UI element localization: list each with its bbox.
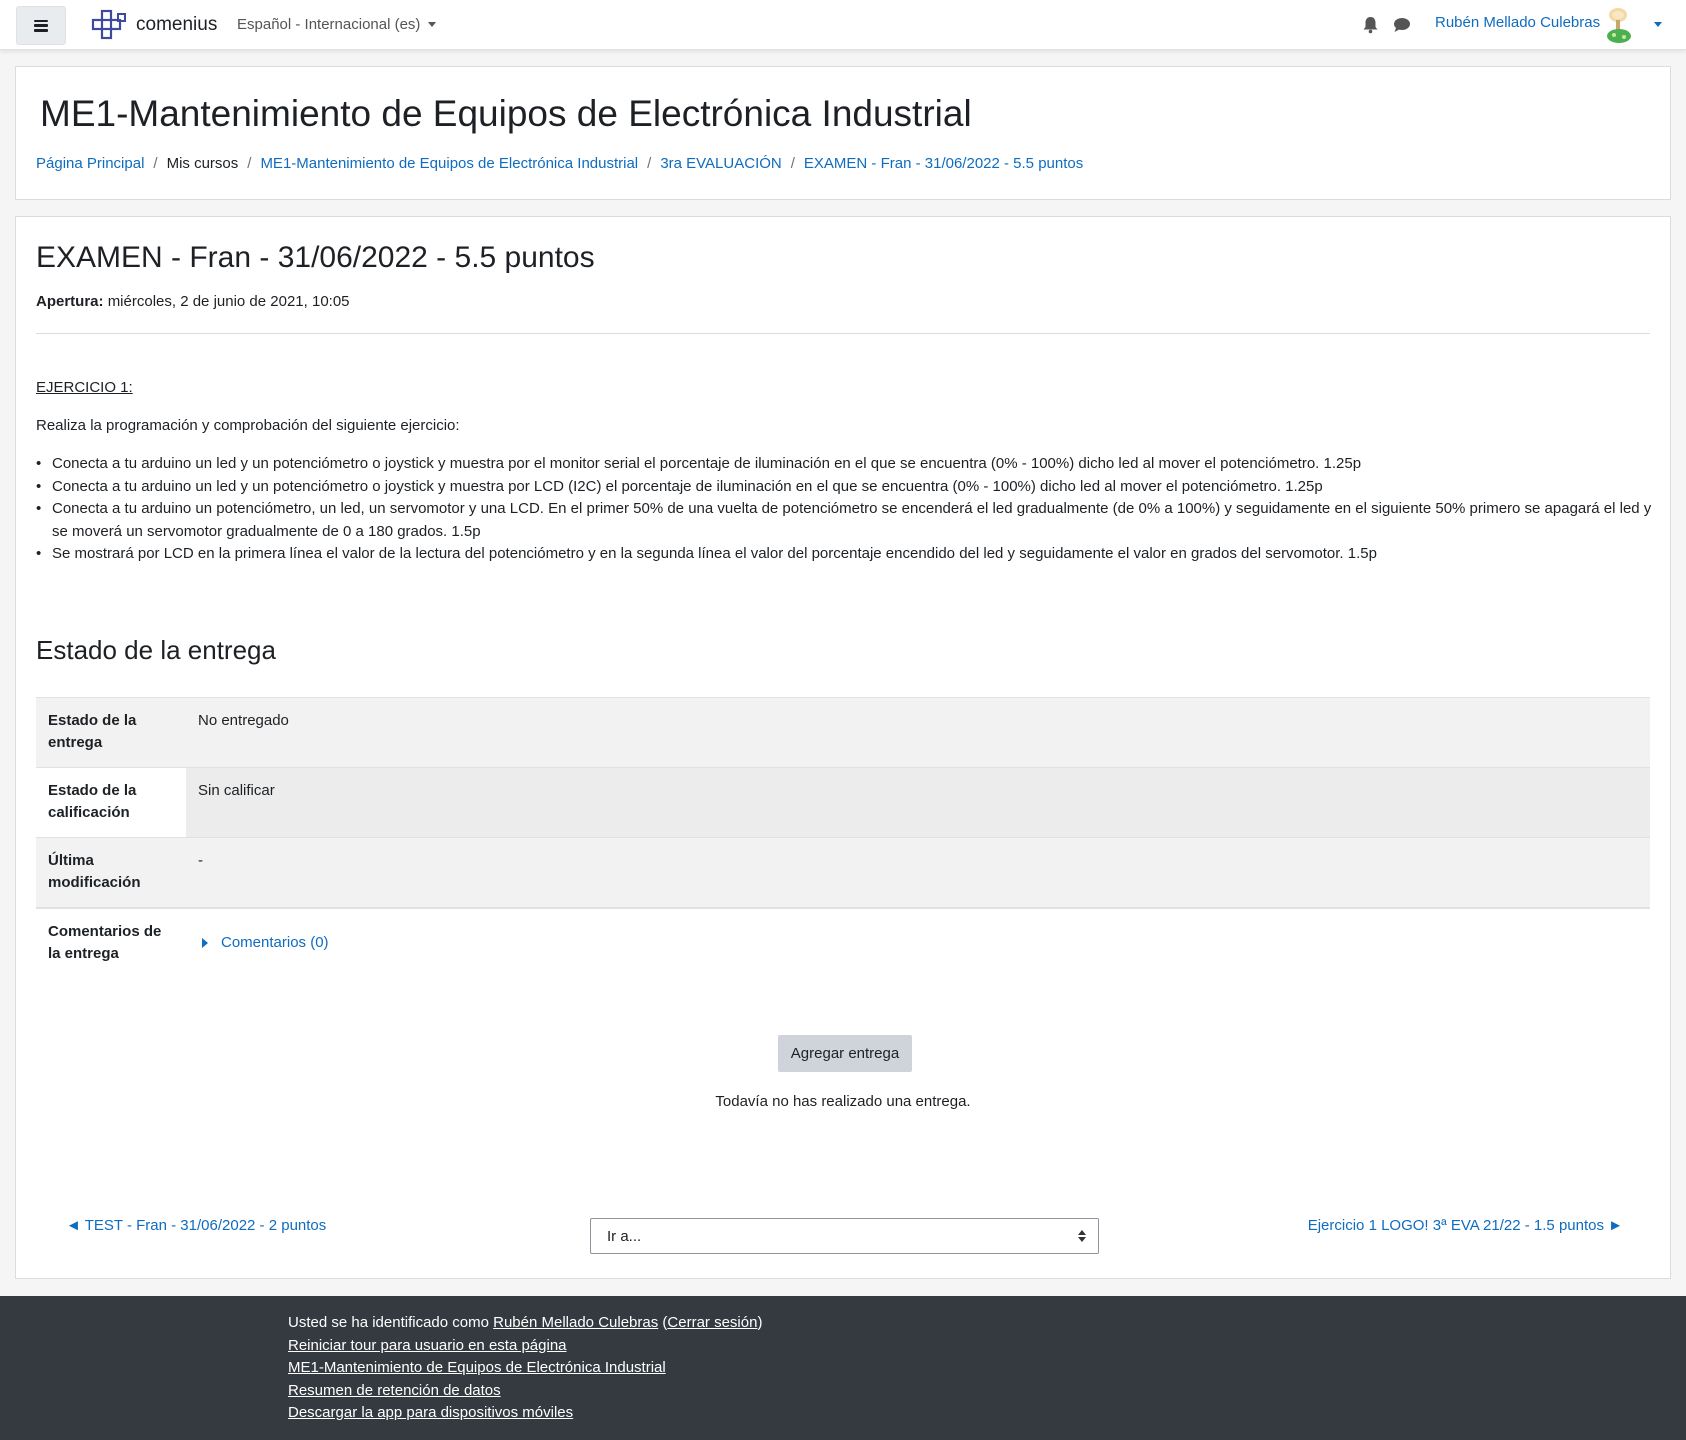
opening-label: Apertura:	[36, 293, 104, 310]
breadcrumb-home-link[interactable]: Página Principal	[36, 155, 144, 172]
main-content: EXAMEN - Fran - 31/06/2022 - 5.5 puntos …	[15, 216, 1671, 1279]
exercise-intro: Realiza la programación y comprobación d…	[36, 417, 460, 434]
next-activity-link[interactable]: Ejercicio 1 LOGO! 3ª EVA 21/22 - 1.5 pun…	[1308, 1217, 1623, 1234]
table-row: Estado de la calificación Sin calificar	[36, 767, 1650, 837]
submission-status-table: Estado de la entrega No entregado Estado…	[36, 697, 1650, 977]
course-title: ME1-Mantenimiento de Equipos de Electrón…	[40, 93, 972, 134]
row-value: No entregado	[198, 712, 289, 729]
row-value: Comentarios (0)	[186, 909, 1650, 977]
table-row: Estado de la entrega No entregado	[36, 697, 1650, 767]
user-menu-chevron-icon[interactable]	[1654, 22, 1662, 27]
data-retention-link[interactable]: Resumen de retención de datos	[288, 1382, 501, 1399]
footer-content: Usted se ha identificado como Rubén Mell…	[288, 1312, 762, 1425]
brand-name: comenius	[136, 14, 218, 35]
caret-right-icon	[202, 938, 208, 948]
breadcrumb: Página Principal / Mis cursos / ME1-Mant…	[36, 155, 1083, 172]
opening-date: Apertura: miércoles, 2 de junio de 2021,…	[36, 293, 350, 310]
reset-tour-link[interactable]: Reiniciar tour para usuario en esta pági…	[288, 1337, 567, 1354]
comenius-logo-icon	[91, 9, 126, 40]
row-label: Comentarios de la entrega	[48, 923, 162, 962]
breadcrumb-separator: /	[647, 155, 652, 172]
footer-user-link[interactable]: Rubén Mellado Culebras	[493, 1314, 658, 1331]
chevron-down-icon	[428, 22, 437, 27]
row-value: -	[198, 852, 203, 869]
divider	[36, 333, 1650, 334]
breadcrumb-course-link[interactable]: ME1-Mantenimiento de Equipos de Electrón…	[260, 155, 638, 172]
assignment-title: EXAMEN - Fran - 31/06/2022 - 5.5 puntos	[36, 241, 595, 274]
no-submission-text: Todavía no has realizado una entrega.	[715, 1093, 971, 1110]
page-header: ME1-Mantenimiento de Equipos de Electrón…	[15, 66, 1671, 200]
add-submission-button[interactable]: Agregar entrega	[778, 1035, 912, 1072]
previous-activity-link[interactable]: ◄ TEST - Fran - 31/06/2022 - 2 puntos	[66, 1217, 326, 1234]
language-label: Español - Internacional (es)	[237, 16, 421, 33]
chat-icon[interactable]	[1393, 17, 1411, 33]
mobile-app-link[interactable]: Descargar la app para dispositivos móvil…	[288, 1404, 573, 1421]
select-arrows-icon	[1078, 1230, 1086, 1242]
avatar[interactable]	[1604, 6, 1638, 44]
breadcrumb-my-courses: Mis cursos	[166, 155, 239, 172]
drawer-toggle-button[interactable]	[16, 6, 66, 45]
opening-value: miércoles, 2 de junio de 2021, 10:05	[107, 293, 350, 310]
page-footer: Usted se ha identificado como Rubén Mell…	[0, 1296, 1686, 1440]
list-item: Se mostrará por LCD en la primera línea …	[36, 543, 1652, 566]
list-item: Conecta a tu arduino un led y un potenci…	[36, 476, 1652, 499]
breadcrumb-separator: /	[153, 155, 158, 172]
row-label: Estado de la calificación	[36, 768, 186, 837]
top-navbar: comenius Español - Internacional (es) Ru…	[0, 0, 1686, 50]
language-menu[interactable]: Español - Internacional (es)	[237, 16, 437, 33]
comments-toggle-link[interactable]: Comentarios (0)	[198, 932, 329, 954]
footer-course-link[interactable]: ME1-Mantenimiento de Equipos de Electrón…	[288, 1359, 666, 1376]
comments-label: Comentarios (0)	[221, 934, 329, 951]
submission-status-heading: Estado de la entrega	[36, 635, 276, 665]
breadcrumb-separator: /	[247, 155, 252, 172]
list-item: Conecta a tu arduino un potenciómetro, u…	[36, 498, 1652, 543]
menu-icon	[34, 19, 48, 32]
user-menu-name[interactable]: Rubén Mellado Culebras	[1435, 14, 1600, 31]
jump-to-select[interactable]: Ir a...	[590, 1218, 1099, 1254]
breadcrumb-separator: /	[790, 155, 795, 172]
list-item: Conecta a tu arduino un led y un potenci…	[36, 453, 1652, 476]
site-brand[interactable]: comenius	[90, 9, 217, 41]
logout-link[interactable]: Cerrar sesión	[667, 1314, 757, 1331]
exercise-title: EJERCICIO 1:	[36, 379, 133, 396]
exercise-bullet-list: Conecta a tu arduino un led y un potenci…	[36, 453, 1652, 566]
breadcrumb-assignment-link[interactable]: EXAMEN - Fran - 31/06/2022 - 5.5 puntos	[804, 155, 1083, 172]
login-info: Usted se ha identificado como Rubén Mell…	[288, 1314, 763, 1331]
row-label: Última modificación	[48, 852, 141, 891]
bell-icon[interactable]	[1362, 16, 1379, 34]
breadcrumb-section-link[interactable]: 3ra EVALUACIÓN	[660, 155, 781, 172]
table-row: Comentarios de la entrega Comentarios (0…	[36, 907, 1650, 977]
row-label: Estado de la entrega	[48, 712, 137, 751]
row-value: Sin calificar	[186, 768, 1650, 837]
table-row: Última modificación -	[36, 837, 1650, 907]
login-info-prefix: Usted se ha identificado como	[288, 1314, 494, 1331]
jump-to-value: Ir a...	[607, 1228, 642, 1245]
